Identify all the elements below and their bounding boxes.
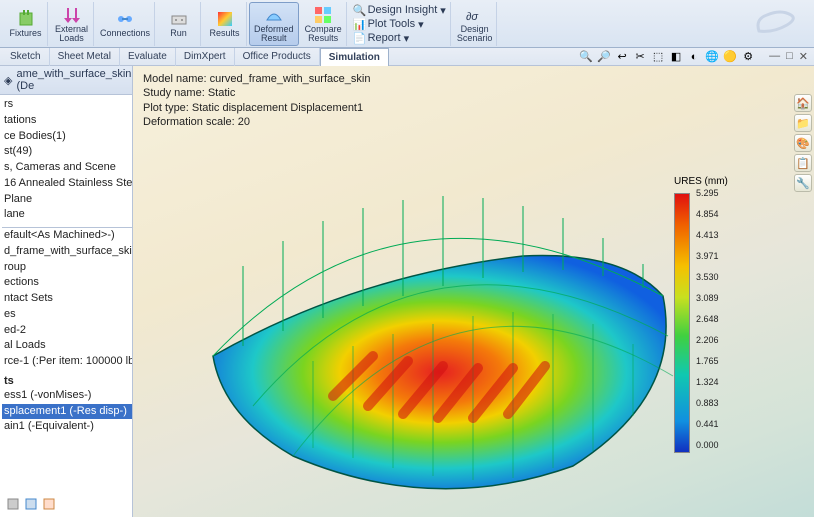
tree-node[interactable]: tations bbox=[2, 113, 132, 129]
design-scenario-icon: ∂σ bbox=[466, 6, 484, 24]
ds-logo bbox=[746, 2, 806, 42]
design-insight-button[interactable]: 🔍Design Insight▾ bbox=[353, 3, 446, 17]
dropdown-icon: ▾ bbox=[440, 4, 446, 17]
resources-icon[interactable]: 🔧 bbox=[794, 174, 812, 192]
external-loads-button[interactable]: External Loads bbox=[50, 2, 94, 46]
main-area: ◈ ame_with_surface_skin (De ▸ rs tations… bbox=[0, 66, 814, 517]
tree-node[interactable]: rs bbox=[2, 97, 132, 113]
study-tab-icon[interactable] bbox=[24, 497, 38, 511]
color-legend: URES (mm) 5.295 4.854 4.413 3.971 3.530 … bbox=[674, 176, 754, 453]
settings-icon[interactable]: ⚙ bbox=[741, 50, 755, 64]
home-icon[interactable]: 🏠 bbox=[794, 94, 812, 112]
tree-node-stress[interactable]: ess1 (-vonMises-) bbox=[2, 388, 132, 404]
part-icon: ◈ bbox=[4, 74, 12, 87]
scene-icon[interactable]: 🌐 bbox=[705, 50, 719, 64]
hide-show-icon[interactable]: ◐ bbox=[687, 50, 701, 64]
legend-bar bbox=[674, 193, 690, 453]
tab-sketch[interactable]: Sketch bbox=[2, 48, 50, 66]
tree-node[interactable]: 16 Annealed Stainless Steel bbox=[2, 176, 132, 192]
tree-node[interactable]: al Loads bbox=[2, 338, 132, 354]
fixtures-button[interactable]: Fixtures bbox=[4, 2, 48, 46]
tree-node-displacement[interactable]: splacement1 (-Res disp-) bbox=[2, 404, 132, 420]
display-style-icon[interactable]: ◧ bbox=[669, 50, 683, 64]
external-loads-icon bbox=[63, 6, 81, 24]
tab-dimxpert[interactable]: DimXpert bbox=[176, 48, 235, 66]
deformed-result-button[interactable]: Deformed Result bbox=[249, 2, 299, 46]
results-icon bbox=[216, 10, 234, 28]
tree-node-strain[interactable]: ain1 (-Equivalent-) bbox=[2, 419, 132, 435]
info-model: Model name: curved_frame_with_surface_sk… bbox=[143, 72, 370, 86]
legend-ticks: 5.295 4.854 4.413 3.971 3.530 3.089 2.64… bbox=[696, 188, 719, 450]
report-button[interactable]: 📄Report▾ bbox=[353, 31, 446, 45]
tree-view-modes bbox=[6, 497, 56, 511]
tree-node[interactable]: efault<As Machined>-) bbox=[2, 228, 132, 244]
legend-title: URES (mm) bbox=[674, 176, 754, 187]
tree-node[interactable]: ed-2 bbox=[2, 323, 132, 339]
view-toolbar: 🔍 🔎 ↩ ✂ ⬚ ◧ ◐ 🌐 🟡 ⚙ bbox=[579, 50, 763, 64]
tree-node[interactable]: ections bbox=[2, 275, 132, 291]
dropdown-icon: ▾ bbox=[418, 18, 424, 31]
minimize-button[interactable]: — bbox=[769, 50, 780, 63]
section-view-icon[interactable]: ✂ bbox=[633, 50, 647, 64]
tree-node[interactable]: d_frame_with_surface_skin bbox=[2, 244, 132, 260]
close-button[interactable]: ✕ bbox=[799, 50, 808, 63]
plot-tools-icon: 📊 bbox=[353, 18, 365, 30]
compare-results-button[interactable]: Compare Results bbox=[301, 2, 347, 46]
feature-tree[interactable]: rs tations ce Bodies(1) st(49) s, Camera… bbox=[0, 95, 132, 437]
displacement-plot bbox=[153, 96, 713, 516]
design-insight-icon: 🔍 bbox=[353, 4, 365, 16]
tree-node[interactable]: rce-1 (:Per item: 100000 lbf:) bbox=[2, 354, 132, 370]
graphics-viewport[interactable]: Model name: curved_frame_with_surface_sk… bbox=[133, 66, 814, 517]
zoom-fit-icon[interactable]: 🔍 bbox=[579, 50, 593, 64]
window-controls: — □ ✕ bbox=[763, 50, 814, 63]
connections-button[interactable]: Connections bbox=[96, 2, 155, 46]
svg-text:∂σ: ∂σ bbox=[466, 11, 478, 22]
tree-node[interactable]: st(49) bbox=[2, 144, 132, 160]
zoom-area-icon[interactable]: 🔎 bbox=[597, 50, 611, 64]
custom-props-icon[interactable]: 📋 bbox=[794, 154, 812, 172]
model-tab-icon[interactable] bbox=[6, 497, 20, 511]
run-button[interactable]: Run bbox=[157, 2, 201, 46]
results-section[interactable]: ts bbox=[2, 374, 132, 388]
tab-sheet-metal[interactable]: Sheet Metal bbox=[50, 48, 120, 66]
appearance-icon[interactable]: 🟡 bbox=[723, 50, 737, 64]
tree-node[interactable]: ntact Sets bbox=[2, 291, 132, 307]
maximize-button[interactable]: □ bbox=[786, 50, 793, 63]
appearances-icon[interactable]: 🎨 bbox=[794, 134, 812, 152]
results-tab-icon[interactable] bbox=[42, 497, 56, 511]
ribbon-toolbar: Fixtures External Loads Connections Run … bbox=[0, 0, 814, 48]
fixture-icon bbox=[17, 10, 35, 28]
tab-evaluate[interactable]: Evaluate bbox=[120, 48, 176, 66]
tree-node[interactable]: ce Bodies(1) bbox=[2, 129, 132, 145]
dropdown-icon: ▾ bbox=[404, 32, 410, 45]
tree-header[interactable]: ◈ ame_with_surface_skin (De ▸ bbox=[0, 66, 132, 95]
results-button[interactable]: Results bbox=[203, 2, 247, 46]
design-scenario-button[interactable]: ∂σ Design Scenario bbox=[453, 2, 498, 46]
view-orient-icon[interactable]: ⬚ bbox=[651, 50, 665, 64]
library-icon[interactable]: 📁 bbox=[794, 114, 812, 132]
connections-icon bbox=[116, 10, 134, 28]
command-tabs: Sketch Sheet Metal Evaluate DimXpert Off… bbox=[0, 48, 814, 66]
tree-node[interactable]: roup bbox=[2, 260, 132, 276]
tree-node[interactable]: es bbox=[2, 307, 132, 323]
run-icon bbox=[170, 10, 188, 28]
feature-tree-panel: ◈ ame_with_surface_skin (De ▸ rs tations… bbox=[0, 66, 133, 517]
plot-tools-button[interactable]: 📊Plot Tools▾ bbox=[353, 17, 446, 31]
report-icon: 📄 bbox=[353, 32, 365, 44]
prev-view-icon[interactable]: ↩ bbox=[615, 50, 629, 64]
tree-node[interactable]: s, Cameras and Scene bbox=[2, 160, 132, 176]
plot-tools-stack: 🔍Design Insight▾ 📊Plot Tools▾ 📄Report▾ bbox=[349, 2, 451, 46]
task-pane: 🏠 📁 🎨 📋 🔧 bbox=[794, 94, 812, 192]
tree-node[interactable]: Plane bbox=[2, 192, 132, 208]
tab-simulation[interactable]: Simulation bbox=[320, 48, 389, 66]
tree-node[interactable]: lane bbox=[2, 207, 132, 223]
deformed-icon bbox=[265, 6, 283, 24]
tab-office-products[interactable]: Office Products bbox=[235, 48, 320, 66]
compare-icon bbox=[314, 6, 332, 24]
